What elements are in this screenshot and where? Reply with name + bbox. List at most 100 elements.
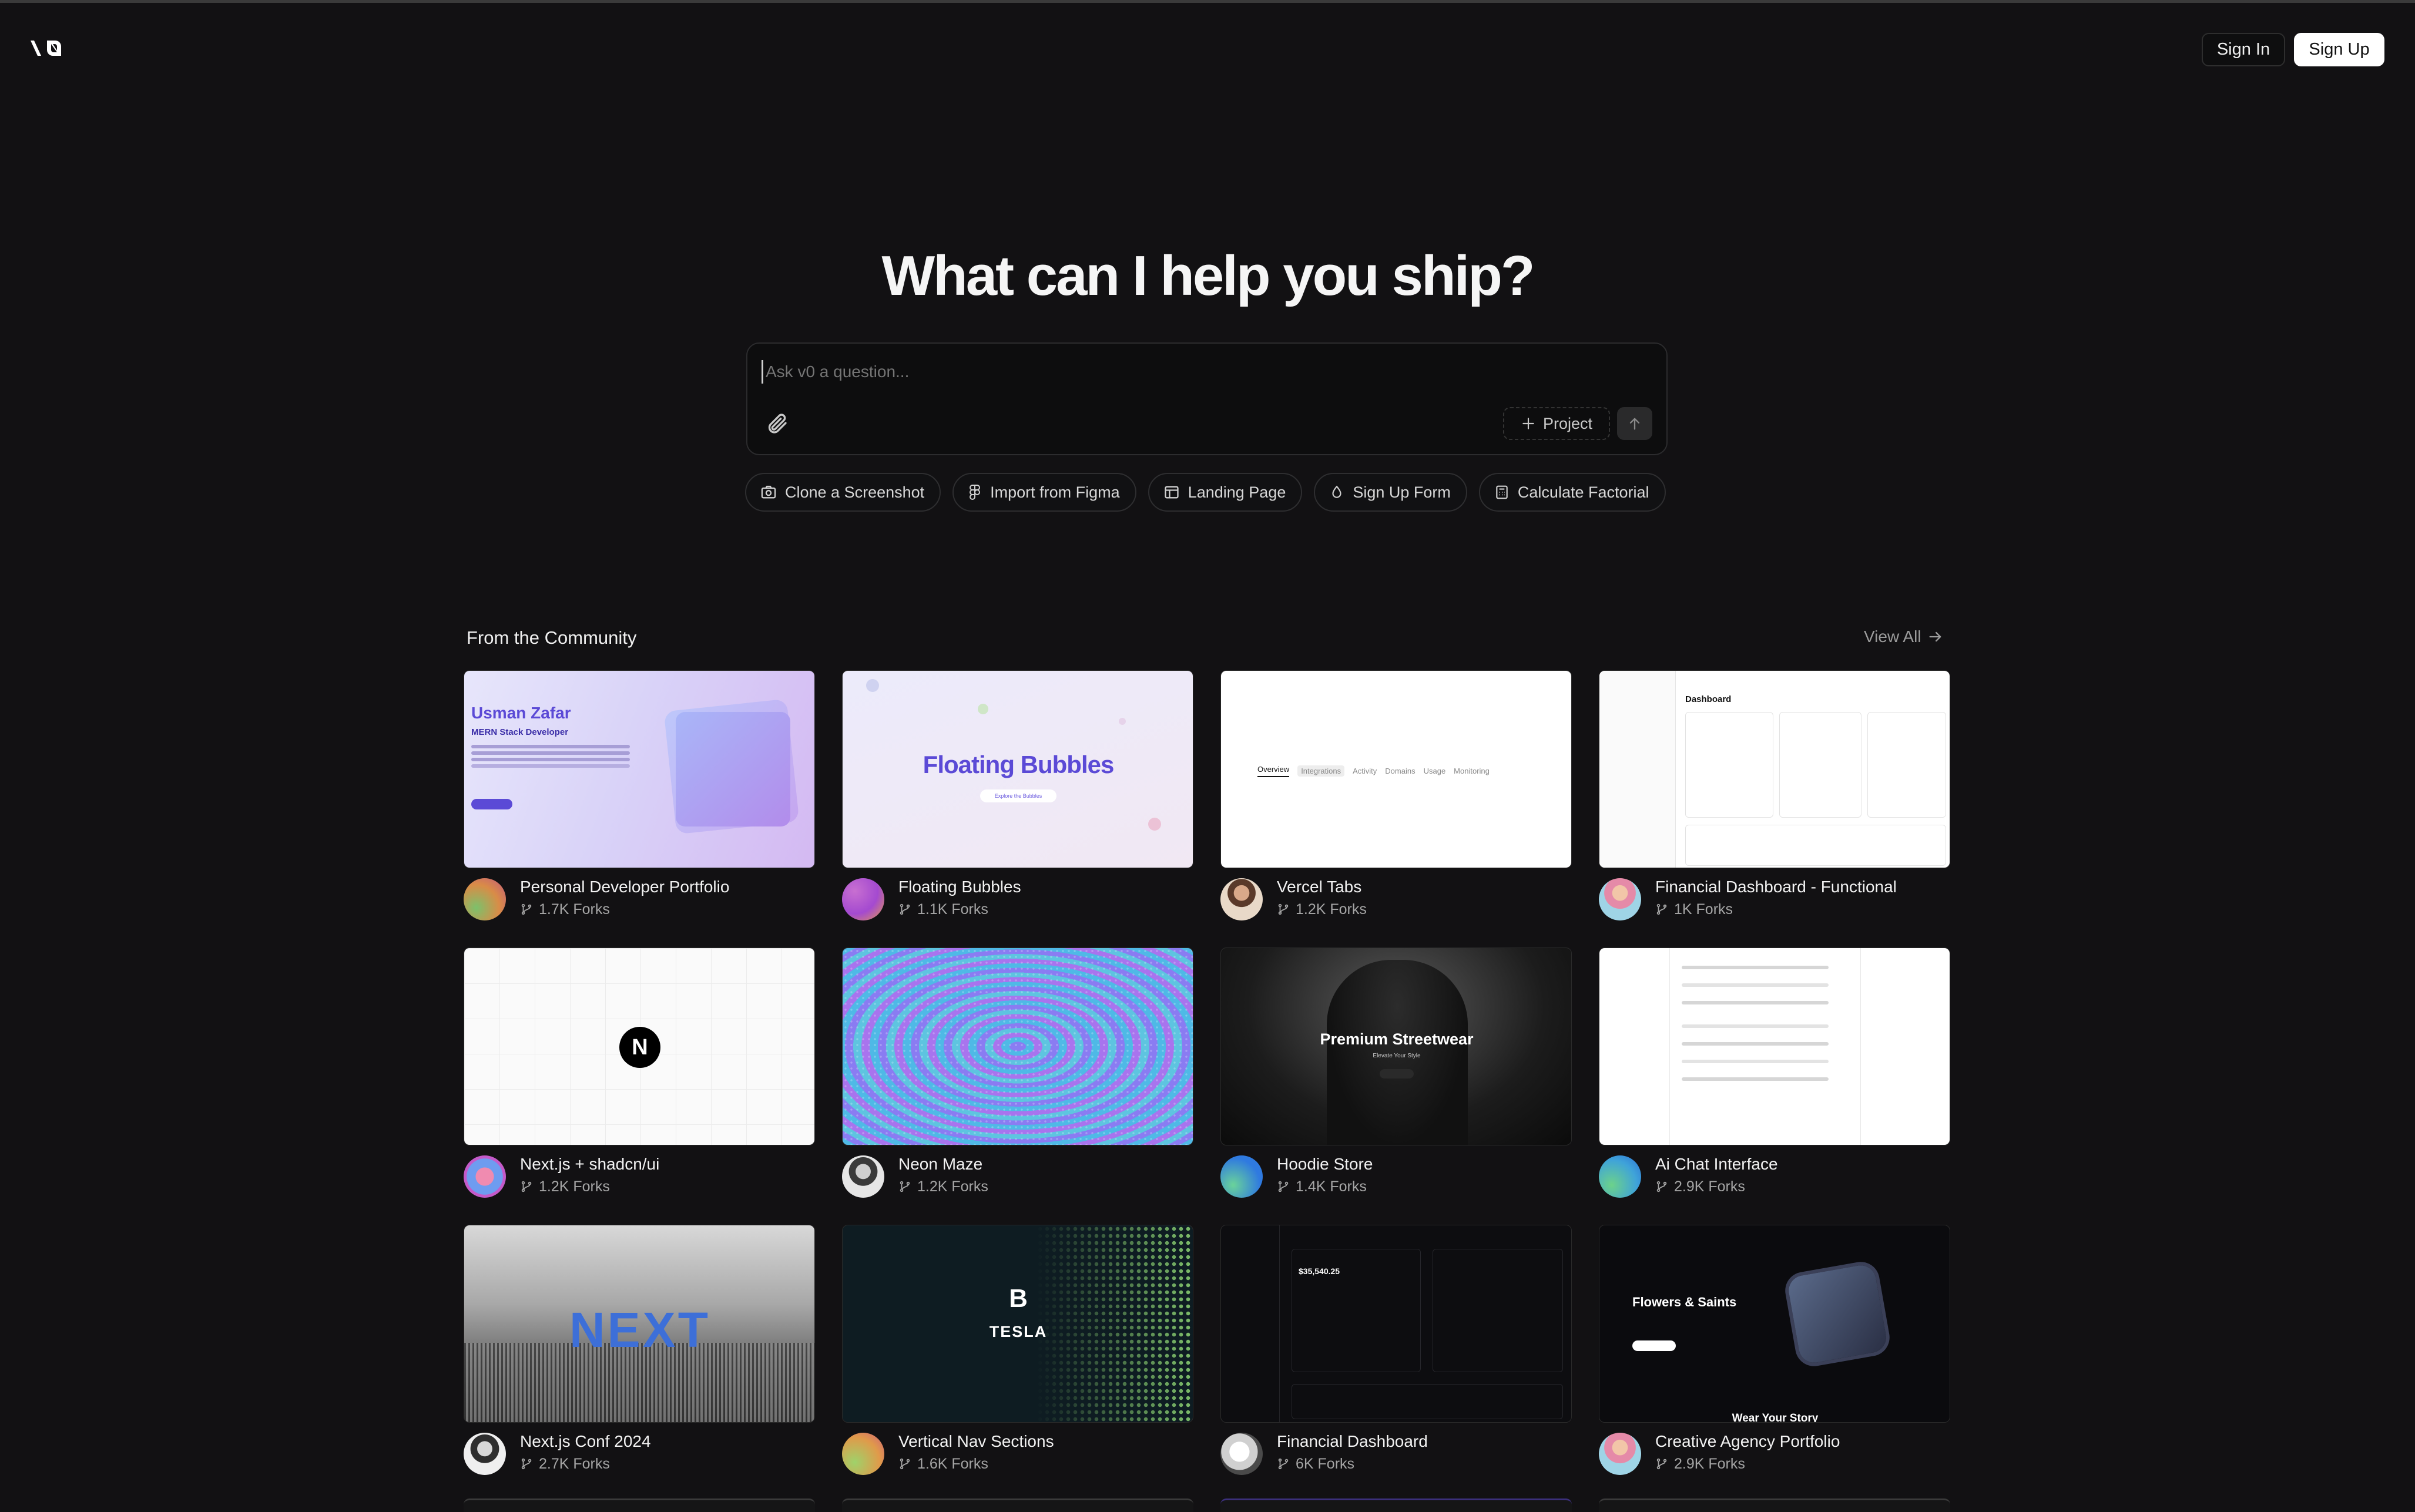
author-avatar[interactable] <box>464 1433 506 1475</box>
author-avatar[interactable] <box>842 1433 884 1475</box>
author-avatar[interactable] <box>1599 1155 1641 1198</box>
chip-import-figma[interactable]: Import from Figma <box>952 473 1136 512</box>
chip-label: Import from Figma <box>990 483 1120 501</box>
card-forks: 1.6K Forks <box>898 1453 1054 1475</box>
sign-in-button[interactable]: Sign In <box>2202 33 2285 66</box>
author-avatar[interactable] <box>1220 878 1263 920</box>
card-thumbnail[interactable]: Floating Bubbles Explore the Bubbles <box>842 670 1193 868</box>
forks-count: 2.9K Forks <box>1674 1178 1745 1195</box>
arrow-up-icon <box>1629 418 1640 430</box>
card-peek[interactable] <box>1599 1498 1950 1512</box>
thumb-button <box>1632 1340 1676 1351</box>
thumb-details <box>1860 948 1950 1145</box>
card-meta: Vertical Nav Sections 1.6K Forks <box>842 1430 1054 1477</box>
author-avatar[interactable] <box>842 1155 884 1198</box>
community-card[interactable]: NEXT Next.js Conf 2024 2.7K Forks <box>464 1225 815 1502</box>
suggestion-chips: Clone a Screenshot Import from Figma Lan… <box>745 473 1666 512</box>
fork-icon <box>900 1181 910 1192</box>
card-title[interactable]: Next.js Conf 2024 <box>520 1430 651 1453</box>
thumb-decor-square <box>676 712 790 826</box>
author-avatar[interactable] <box>464 878 506 920</box>
card-thumbnail[interactable]: $35,540.25 <box>1220 1225 1572 1423</box>
card-thumbnail[interactable]: Dashboard <box>1599 670 1950 868</box>
card-thumbnail[interactable]: NEXT <box>464 1225 815 1423</box>
card-thumbnail[interactable]: N <box>464 947 815 1145</box>
layout-icon <box>1165 486 1179 499</box>
chip-clone-screenshot[interactable]: Clone a Screenshot <box>745 473 941 512</box>
card-forks: 1.7K Forks <box>520 898 729 920</box>
card-title[interactable]: Creative Agency Portfolio <box>1655 1430 1840 1453</box>
community-card[interactable]: B TESLA Vertical Nav Sections 1.6K Forks <box>842 1225 1193 1502</box>
card-title[interactable]: Vertical Nav Sections <box>898 1430 1054 1453</box>
view-all-link[interactable]: View All <box>1864 627 1944 646</box>
prompt-input[interactable] <box>762 360 1584 384</box>
card-peek[interactable] <box>842 1498 1193 1512</box>
card-title[interactable]: Neon Maze <box>898 1153 988 1175</box>
community-card[interactable]: Overview Integrations Activity Domains U… <box>1220 670 1572 947</box>
card-title[interactable]: Personal Developer Portfolio <box>520 876 729 898</box>
community-card[interactable]: Dashboard Financial Dashboard - Function… <box>1599 670 1950 947</box>
thumb-subheading: Wear Your Story <box>1732 1412 1819 1423</box>
community-card[interactable]: Neon Maze 1.2K Forks <box>842 947 1193 1225</box>
chip-sign-up-form[interactable]: Sign Up Form <box>1314 473 1467 512</box>
fork-icon <box>1656 903 1667 915</box>
card-thumbnail[interactable]: Overview Integrations Activity Domains U… <box>1220 670 1572 868</box>
forks-count: 1.2K Forks <box>1296 901 1367 918</box>
author-avatar[interactable] <box>464 1155 506 1198</box>
card-title[interactable]: Ai Chat Interface <box>1655 1153 1778 1175</box>
community-card[interactable]: N Next.js + shadcn/ui 1.2K Forks <box>464 947 815 1225</box>
sign-up-button[interactable]: Sign Up <box>2294 33 2384 66</box>
author-avatar[interactable] <box>1220 1433 1263 1475</box>
card-title[interactable]: Floating Bubbles <box>898 876 1021 898</box>
card-thumbnail[interactable]: B TESLA <box>842 1225 1193 1423</box>
card-thumbnail[interactable]: Usman Zafar MERN Stack Developer <box>464 670 815 868</box>
community-card[interactable]: Floating Bubbles Explore the Bubbles Flo… <box>842 670 1193 947</box>
thumb-heading: Floating Bubbles <box>923 751 1115 778</box>
thumb-tab: Overview <box>1257 765 1290 777</box>
community-card[interactable]: $35,540.25 Financial Dashboard 6K Forks <box>1220 1225 1572 1502</box>
community-card[interactable]: Ai Chat Interface 2.9K Forks <box>1599 947 1950 1225</box>
thumb-chat <box>1682 966 1829 969</box>
card-title[interactable]: Vercel Tabs <box>1277 876 1367 898</box>
card-title[interactable]: Hoodie Store <box>1277 1153 1373 1175</box>
fork-icon <box>1278 1181 1289 1192</box>
thumb-button: Explore the Bubbles <box>980 789 1056 802</box>
card-title[interactable]: Next.js + shadcn/ui <box>520 1153 659 1175</box>
thumb-paragraph <box>471 745 630 748</box>
card-thumbnail[interactable]: Flowers & Saints Wear Your Story <box>1599 1225 1950 1423</box>
card-forks: 1.2K Forks <box>898 1175 988 1198</box>
card-thumbnail[interactable] <box>1599 947 1950 1145</box>
card-meta: Creative Agency Portfolio 2.9K Forks <box>1599 1430 1840 1477</box>
author-avatar[interactable] <box>1599 1433 1641 1475</box>
chip-calculate-factorial[interactable]: Calculate Factorial <box>1478 473 1666 512</box>
paperclip-icon[interactable] <box>765 412 789 435</box>
forks-count: 1.2K Forks <box>539 1178 610 1195</box>
thumb-panel <box>1685 712 1773 818</box>
community-card[interactable]: Flowers & Saints Wear Your Story Creativ… <box>1599 1225 1950 1502</box>
community-card[interactable]: Premium Streetwear Elevate Your Style Ho… <box>1220 947 1572 1225</box>
card-title[interactable]: Financial Dashboard - Functional <box>1655 876 1897 898</box>
arrow-right-icon <box>1929 631 1941 642</box>
community-card[interactable]: Usman Zafar MERN Stack Developer Persona… <box>464 670 815 947</box>
fork-icon <box>521 1181 532 1192</box>
v0-logo[interactable] <box>29 38 68 58</box>
card-peek[interactable] <box>1220 1498 1572 1512</box>
author-avatar[interactable] <box>1220 1155 1263 1198</box>
card-peek[interactable] <box>464 1498 815 1512</box>
forks-count: 1K Forks <box>1674 901 1733 918</box>
thumb-heading: Premium Streetwear <box>1320 1030 1474 1048</box>
card-meta: Ai Chat Interface 2.9K Forks <box>1599 1153 1778 1200</box>
author-avatar[interactable] <box>842 878 884 920</box>
author-avatar[interactable] <box>1599 878 1641 920</box>
view-all-label: View All <box>1864 627 1921 646</box>
project-button[interactable]: Project <box>1503 407 1610 440</box>
card-thumbnail[interactable] <box>842 947 1193 1145</box>
thumb-panel <box>1867 712 1946 818</box>
maze-texture <box>843 948 1193 1145</box>
bubble <box>1148 818 1161 831</box>
chip-landing-page[interactable]: Landing Page <box>1148 473 1303 512</box>
send-button[interactable] <box>1617 407 1652 440</box>
card-title[interactable]: Financial Dashboard <box>1277 1430 1428 1453</box>
card-thumbnail[interactable]: Premium Streetwear Elevate Your Style <box>1220 947 1572 1145</box>
thumb-subheading: MERN Stack Developer <box>471 727 569 737</box>
